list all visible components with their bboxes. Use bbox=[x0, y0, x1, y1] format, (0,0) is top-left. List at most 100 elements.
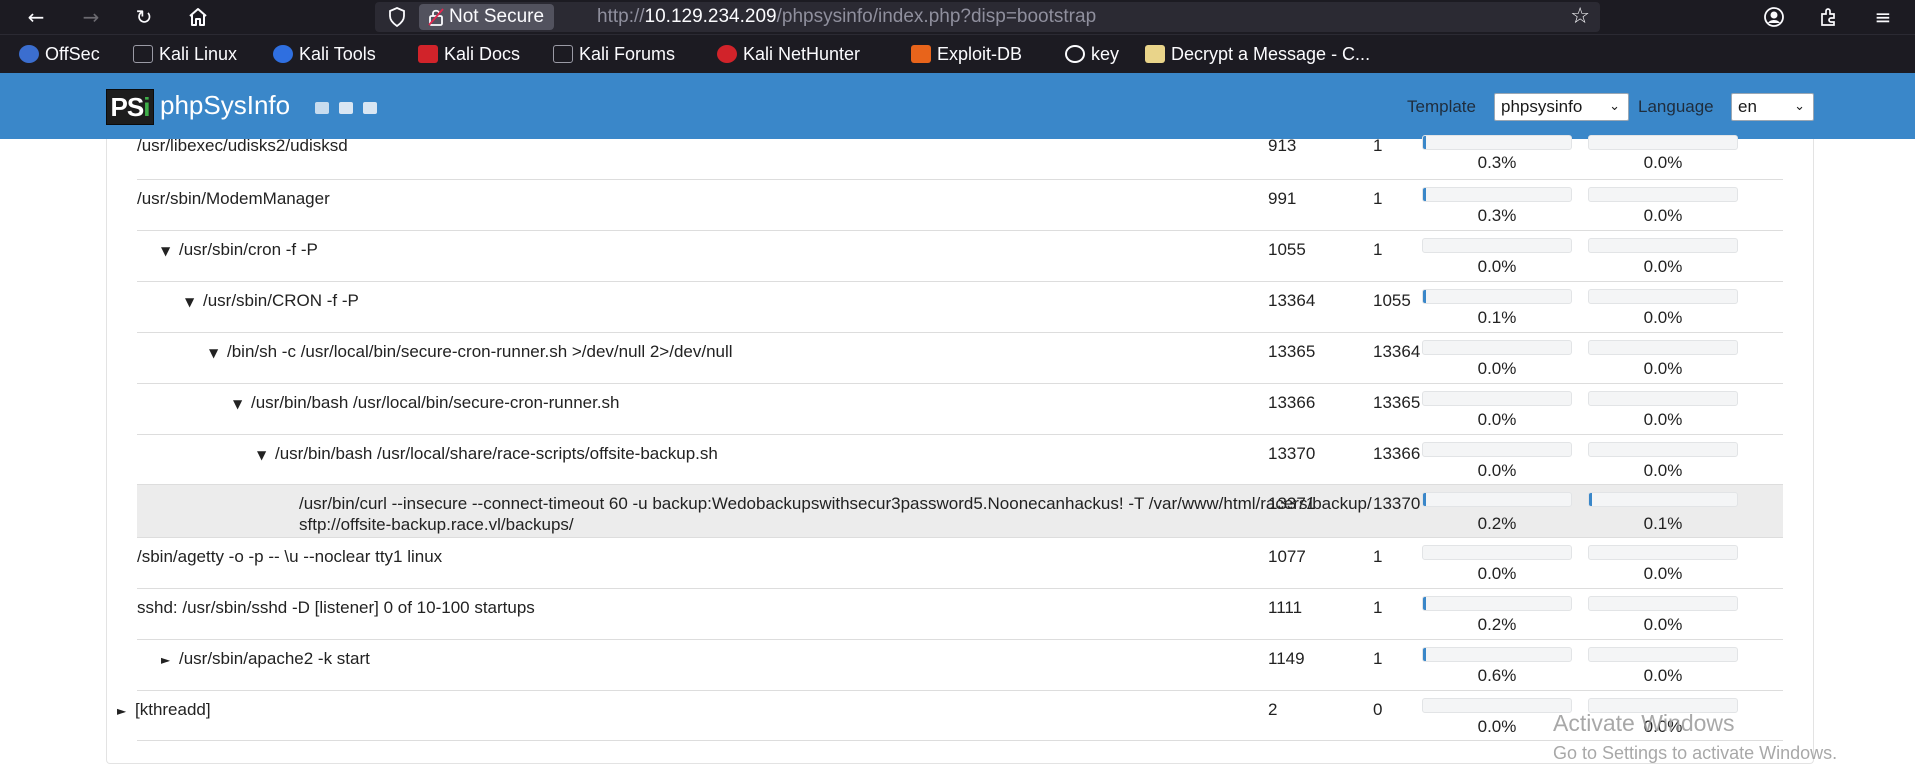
memory-percent: 0.0% bbox=[1477, 410, 1517, 429]
process-row[interactable]: /usr/bin/curl --insecure --connect-timeo… bbox=[137, 485, 1783, 538]
process-command-text: /bin/sh -c /usr/local/bin/secure-cron-ru… bbox=[227, 342, 733, 361]
process-row[interactable]: /usr/sbin/ModemManager 991 1 0.3% 0.0% bbox=[137, 180, 1783, 231]
view-toggle-icon[interactable] bbox=[363, 102, 377, 114]
bookmark-offsec[interactable]: OffSec bbox=[19, 43, 100, 65]
process-ppid: 13370 bbox=[1373, 494, 1421, 513]
process-command: ▼/usr/sbin/cron -f -P bbox=[161, 239, 318, 262]
process-row[interactable]: /sbin/agetty -o -p -- \u --noclear tty1 … bbox=[137, 538, 1783, 589]
extensions-icon[interactable] bbox=[1815, 3, 1843, 31]
cpu-usage-bar bbox=[1588, 391, 1738, 406]
process-pid: 1111 bbox=[1268, 598, 1303, 617]
bookmark-label: Kali Docs bbox=[444, 44, 521, 64]
tree-collapse-icon[interactable]: ▼ bbox=[233, 394, 251, 415]
bookmark-kali-forums[interactable]: Kali Forums bbox=[553, 43, 675, 65]
view-toggle-icon[interactable] bbox=[339, 102, 353, 114]
process-row[interactable]: ▼/usr/bin/bash /usr/local/bin/secure-cro… bbox=[137, 384, 1783, 435]
reload-icon[interactable]: ↻ bbox=[130, 3, 158, 31]
process-pid: 1055 bbox=[1268, 240, 1306, 259]
process-command: ▼/usr/sbin/CRON -f -P bbox=[185, 290, 359, 313]
process-ppid: 1 bbox=[1373, 240, 1383, 259]
cpu-usage-bar bbox=[1588, 442, 1738, 457]
memory-usage-bar bbox=[1422, 698, 1572, 713]
account-icon[interactable] bbox=[1760, 3, 1788, 31]
process-command-text: [kthreadd] bbox=[135, 700, 211, 719]
template-label: Template bbox=[1407, 97, 1476, 116]
bookmark-label: Kali Tools bbox=[299, 44, 376, 64]
tree-expand-icon[interactable]: ► bbox=[117, 701, 135, 722]
process-pid: 1077 bbox=[1268, 547, 1306, 566]
process-row[interactable]: ▼/usr/sbin/CRON -f -P 13364 1055 0.1% 0.0% bbox=[137, 282, 1783, 333]
process-command-text: /usr/bin/bash /usr/local/share/race-scri… bbox=[275, 444, 718, 463]
memory-percent: 0.3% bbox=[1477, 206, 1517, 225]
menu-hamburger-icon[interactable]: ≡ bbox=[1869, 3, 1897, 31]
template-select[interactable]: phpsysinfo ⌄ bbox=[1494, 93, 1629, 121]
process-command-text: /usr/bin/curl --insecure --connect-timeo… bbox=[299, 494, 1372, 534]
tree-expand-icon[interactable]: ► bbox=[161, 650, 179, 671]
process-row[interactable]: ▼/usr/sbin/cron -f -P 1055 1 0.0% 0.0% bbox=[137, 231, 1783, 282]
tree-collapse-icon[interactable]: ▼ bbox=[185, 292, 203, 313]
memory-percent: 0.0% bbox=[1477, 257, 1517, 276]
process-command: /sbin/agetty -o -p -- \u --noclear tty1 … bbox=[137, 546, 442, 567]
process-command-text: /usr/libexec/udisks2/udisksd bbox=[137, 136, 348, 155]
nethunter-icon bbox=[717, 45, 737, 63]
usage-fill bbox=[1423, 597, 1426, 610]
cpu-usage-bar bbox=[1588, 596, 1738, 611]
shield-icon[interactable] bbox=[387, 7, 407, 27]
bookmark-kali-docs[interactable]: Kali Docs bbox=[418, 43, 520, 65]
tree-collapse-icon[interactable]: ▼ bbox=[257, 445, 275, 466]
chevron-down-icon: ⌄ bbox=[1609, 99, 1620, 114]
lock-broken-icon bbox=[428, 8, 444, 26]
cpu-percent: 0.0% bbox=[1643, 359, 1683, 378]
url-text[interactable]: http://10.129.234.209/phpsysinfo/index.p… bbox=[597, 2, 1096, 32]
process-row[interactable]: ▼/usr/bin/bash /usr/local/share/race-scr… bbox=[137, 435, 1783, 485]
process-pid: 13366 bbox=[1268, 393, 1316, 412]
process-command-text: /usr/sbin/CRON -f -P bbox=[203, 291, 359, 310]
bookmark-kali-tools[interactable]: Kali Tools bbox=[273, 43, 376, 65]
exploitdb-icon bbox=[911, 45, 931, 63]
process-row[interactable]: ►/usr/sbin/apache2 -k start 1149 1 0.6% 0.0% bbox=[137, 640, 1783, 691]
tree-collapse-icon[interactable]: ▼ bbox=[161, 241, 179, 262]
bookmark-kali-linux[interactable]: Kali Linux bbox=[133, 43, 237, 65]
process-ppid: 13366 bbox=[1373, 444, 1421, 463]
language-label: Language bbox=[1638, 97, 1714, 116]
bookmark-kali-nethunter[interactable]: Kali NetHunter bbox=[717, 43, 860, 65]
tree-collapse-icon[interactable]: ▼ bbox=[209, 343, 227, 364]
app-title[interactable]: phpSysInfo bbox=[160, 90, 290, 120]
cpu-percent: 0.0% bbox=[1643, 410, 1683, 429]
bookmark-exploit-db[interactable]: Exploit-DB bbox=[911, 43, 1022, 65]
memory-usage-bar bbox=[1422, 545, 1572, 560]
process-ppid: 1 bbox=[1373, 598, 1383, 617]
process-command: /usr/libexec/udisks2/udisksd bbox=[137, 135, 348, 156]
process-row[interactable]: ▼/bin/sh -c /usr/local/bin/secure-cron-r… bbox=[137, 333, 1783, 384]
process-row[interactable]: ► [kthreadd] 2 0 0.0% 0.0% bbox=[117, 691, 1783, 741]
bookmark-star-icon[interactable]: ☆ bbox=[1570, 5, 1590, 29]
back-arrow-icon[interactable]: ← bbox=[22, 3, 50, 31]
view-toggle-icon[interactable] bbox=[315, 102, 329, 114]
process-ppid: 13364 bbox=[1373, 342, 1421, 361]
language-select[interactable]: en ⌄ bbox=[1731, 93, 1814, 121]
address-bar[interactable]: Not Secure http://10.129.234.209/phpsysi… bbox=[375, 2, 1600, 32]
kali-dragon-icon bbox=[133, 45, 153, 63]
cpu-usage-bar bbox=[1588, 135, 1738, 150]
forward-arrow-icon[interactable]: → bbox=[77, 3, 105, 31]
home-icon[interactable] bbox=[184, 3, 212, 31]
cpu-usage-bar bbox=[1588, 492, 1738, 507]
process-row[interactable]: sshd: /usr/sbin/sshd -D [listener] 0 of … bbox=[137, 589, 1783, 640]
cpu-usage-bar bbox=[1588, 545, 1738, 560]
language-select-value: en bbox=[1738, 97, 1757, 116]
process-pid: 913 bbox=[1268, 136, 1297, 155]
bookmark-key[interactable]: key bbox=[1065, 43, 1119, 65]
memory-percent: 0.6% bbox=[1477, 666, 1517, 685]
memory-percent: 0.0% bbox=[1477, 359, 1517, 378]
kali-forums-icon bbox=[553, 45, 573, 63]
process-pid: 13371 bbox=[1268, 494, 1316, 513]
activate-windows-hint: Go to Settings to activate Windows. bbox=[1553, 743, 1838, 763]
globe-icon bbox=[1065, 45, 1085, 63]
process-command: sshd: /usr/sbin/sshd -D [listener] 0 of … bbox=[137, 597, 535, 618]
process-command: ▼/usr/bin/bash /usr/local/share/race-scr… bbox=[257, 443, 718, 466]
bookmark-decrypt-message[interactable]: Decrypt a Message - C... bbox=[1145, 43, 1370, 65]
psi-logo[interactable]: PSi bbox=[106, 89, 154, 125]
bookmark-label: Decrypt a Message - C... bbox=[1171, 44, 1371, 64]
process-row[interactable]: /usr/libexec/udisks2/udisksd 913 1 0.3% 0.0% bbox=[137, 135, 1783, 180]
not-secure-badge[interactable]: Not Secure bbox=[419, 4, 555, 30]
